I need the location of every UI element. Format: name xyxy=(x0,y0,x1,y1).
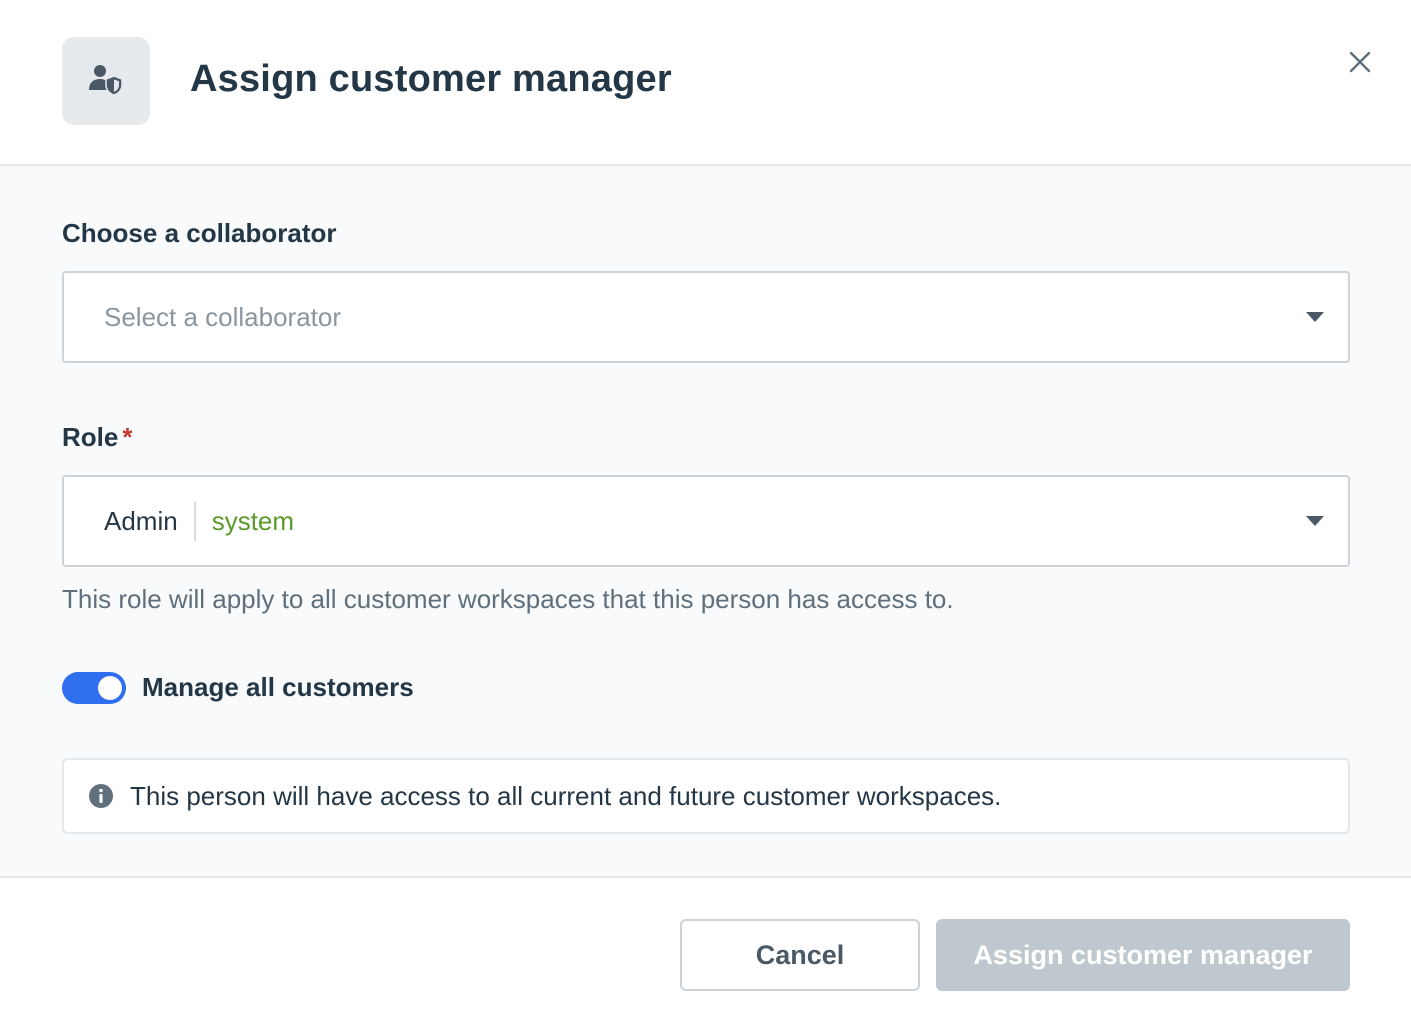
close-icon xyxy=(1349,51,1371,73)
required-marker: * xyxy=(122,422,133,452)
manage-all-customers-label[interactable]: Manage all customers xyxy=(142,672,414,703)
info-icon xyxy=(89,784,113,808)
role-value: Admin xyxy=(104,505,178,536)
info-text: This person will have access to all curr… xyxy=(130,780,1002,811)
chevron-down-icon xyxy=(1306,516,1324,526)
role-type-tag: system xyxy=(211,505,295,536)
role-label: Role * xyxy=(62,422,132,453)
info-callout: This person will have access to all curr… xyxy=(62,758,1350,834)
assign-customer-manager-dialog: Assign customer manager Choose a collabo… xyxy=(0,0,1411,1027)
user-shield-icon xyxy=(62,37,150,125)
dialog-header: Assign customer manager xyxy=(0,0,1411,166)
role-label-text: Role xyxy=(62,422,119,452)
chevron-down-icon xyxy=(1306,312,1324,322)
collaborator-select[interactable]: Select a collaborator xyxy=(62,271,1350,363)
manage-all-customers-toggle[interactable] xyxy=(62,672,126,704)
cancel-button[interactable]: Cancel xyxy=(680,919,920,991)
dialog-footer: Cancel Assign customer manager xyxy=(0,876,1411,1027)
dialog-title: Assign customer manager xyxy=(190,58,672,100)
role-divider xyxy=(193,501,196,541)
assign-customer-manager-button[interactable]: Assign customer manager xyxy=(936,919,1350,991)
role-select[interactable]: Admin system xyxy=(62,475,1350,567)
dialog-body: Choose a collaborator Select a collabora… xyxy=(0,166,1411,876)
role-hint: This role will apply to all customer wor… xyxy=(62,584,954,614)
close-button[interactable] xyxy=(1340,42,1380,82)
collaborator-label: Choose a collaborator xyxy=(62,218,337,248)
toggle-knob xyxy=(98,676,122,700)
collaborator-placeholder: Select a collaborator xyxy=(104,301,342,332)
